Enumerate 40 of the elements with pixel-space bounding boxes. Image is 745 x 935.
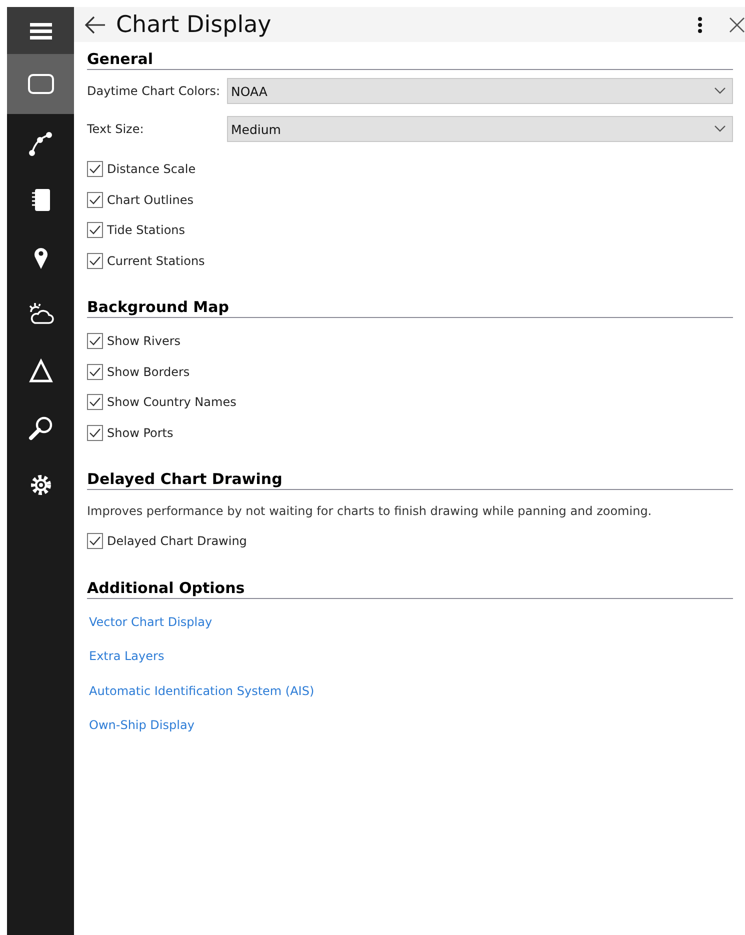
back-icon[interactable] xyxy=(84,16,106,34)
checkbox[interactable] xyxy=(87,533,103,550)
dropdown[interactable]: NOAA xyxy=(227,78,733,104)
rail-button[interactable] xyxy=(7,54,74,114)
checkbox-label: Distance Scale xyxy=(107,162,196,176)
checkbox-label: Chart Outlines xyxy=(107,192,194,207)
checkbox[interactable] xyxy=(87,424,103,441)
rail-button[interactable] xyxy=(7,7,74,54)
checkbox[interactable] xyxy=(87,222,103,238)
page-title: Chart Display xyxy=(116,12,272,38)
checkbox-label: Tide Stations xyxy=(107,223,186,238)
field-label: Daytime Chart Colors: xyxy=(87,84,222,98)
checkbox[interactable] xyxy=(87,394,103,410)
triangle-icon xyxy=(26,356,54,384)
option-link[interactable]: Extra Layers xyxy=(89,649,164,668)
checkbox-label: Delayed Chart Drawing xyxy=(107,534,247,548)
close-icon[interactable] xyxy=(729,16,745,32)
more-icon[interactable] xyxy=(697,16,703,34)
chevron-icon xyxy=(714,87,726,95)
checkbox[interactable] xyxy=(87,333,103,350)
chevron-icon xyxy=(714,125,726,133)
section-heading: General xyxy=(87,50,733,70)
checkbox-label: Current Stations xyxy=(107,254,205,268)
checkbox[interactable] xyxy=(87,364,103,380)
option-link[interactable]: Vector Chart Display xyxy=(89,614,212,633)
checkbox[interactable] xyxy=(87,161,103,178)
field-label: Text Size: xyxy=(87,122,145,136)
section-heading: Background Map xyxy=(87,298,733,318)
checkbox-label: Show Country Names xyxy=(107,395,236,410)
checkbox[interactable] xyxy=(87,252,103,269)
section-heading: Delayed Chart Drawing xyxy=(87,470,733,490)
dropdown[interactable]: Medium xyxy=(227,116,733,142)
checkbox-label: Show Ports xyxy=(107,426,174,440)
option-link[interactable]: Automatic Identification System (AIS) xyxy=(89,684,314,702)
option-link[interactable]: Own-Ship Display xyxy=(89,718,194,736)
checkbox[interactable] xyxy=(87,192,103,208)
checkbox-label: Show Rivers xyxy=(107,334,181,348)
checkbox-label: Show Borders xyxy=(107,364,190,379)
section-heading: Additional Options xyxy=(87,578,733,598)
section-description: Improves performance by not waiting for charts to finish drawing while panning and zooming. xyxy=(87,504,653,518)
